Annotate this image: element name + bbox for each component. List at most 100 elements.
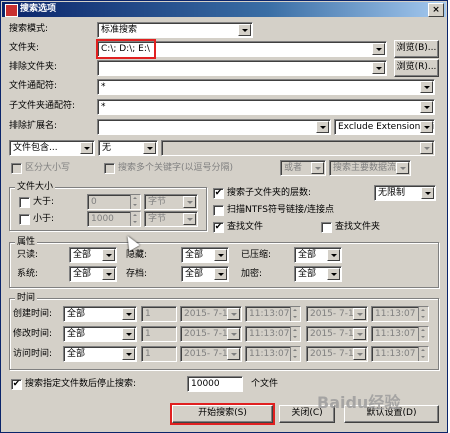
chevron-down-icon[interactable] (102, 268, 115, 280)
archive-label: 存档: (126, 269, 148, 279)
chevron-down-icon[interactable] (316, 121, 329, 133)
content-mode-select[interactable]: 文件包含... (9, 140, 95, 156)
time-n-input[interactable]: 1 (141, 346, 177, 362)
time-date-from[interactable]: 2015- 7-15 (180, 326, 242, 342)
stop-after-checkbox[interactable]: ✔ (11, 379, 22, 390)
time-mode-select[interactable]: 全部 (63, 326, 137, 342)
time-date-to[interactable]: 2015- 7-15 (306, 326, 368, 342)
close-icon[interactable]: × (428, 3, 444, 17)
size-less-unit-select[interactable]: 字节 (144, 211, 198, 227)
exclude-ext-input[interactable] (97, 119, 331, 135)
hidden-select[interactable]: 全部 (181, 247, 229, 263)
system-select[interactable]: 全部 (69, 266, 117, 282)
app-icon (5, 4, 18, 17)
chevron-down-icon[interactable] (227, 328, 240, 340)
chevron-down-icon[interactable] (353, 308, 366, 320)
time-time-to[interactable]: 11:13:07 (371, 306, 429, 322)
readonly-select[interactable]: 全部 (69, 247, 117, 263)
chevron-down-icon[interactable] (143, 142, 156, 154)
chevron-down-icon[interactable] (353, 328, 366, 340)
chevron-down-icon[interactable] (183, 213, 196, 225)
size-greater-input[interactable]: 0 (87, 194, 141, 210)
spinner-icon[interactable] (130, 195, 140, 209)
size-greater-checkbox[interactable] (19, 197, 30, 208)
exclude-folder-input[interactable] (97, 60, 387, 76)
chevron-down-icon[interactable] (420, 121, 433, 133)
chevron-down-icon[interactable] (396, 162, 409, 174)
chevron-down-icon[interactable] (122, 308, 135, 320)
exclude-ext-mode-select[interactable]: Exclude Extensions List (334, 119, 435, 135)
file-wildcard-input[interactable]: * (97, 79, 435, 95)
chevron-down-icon[interactable] (327, 268, 340, 280)
keyword-logic-value: 或者 (284, 163, 303, 173)
spinner-icon[interactable] (290, 347, 300, 361)
browse-exclude-button[interactable]: 浏览(R)... (394, 59, 439, 77)
encrypted-select[interactable]: 全部 (294, 266, 342, 282)
time-time-to[interactable]: 11:13:07 (371, 346, 429, 362)
chevron-down-icon[interactable] (420, 81, 433, 93)
spinner-icon[interactable] (290, 307, 300, 321)
spinner-icon[interactable] (290, 327, 300, 341)
chevron-down-icon[interactable] (80, 142, 93, 154)
time-mode-select[interactable]: 全部 (63, 306, 137, 322)
chevron-down-icon[interactable] (214, 268, 227, 280)
chevron-down-icon[interactable] (122, 328, 135, 340)
search-mode-select[interactable]: 标准搜索 (97, 22, 253, 38)
chevron-down-icon[interactable] (327, 249, 340, 261)
time-date-from[interactable]: 2015- 7-15 (180, 306, 242, 322)
ntfs-checkbox[interactable] (213, 205, 224, 216)
chevron-down-icon[interactable] (122, 348, 135, 360)
time-date-from[interactable]: 2015- 7-15 (180, 346, 242, 362)
chevron-down-icon[interactable] (227, 308, 240, 320)
time-time-from[interactable]: 11:13:07 (245, 326, 301, 342)
time-row-label: 访问时间: (13, 349, 53, 359)
size-less-input[interactable]: 1000 (87, 211, 141, 227)
subfolder-wildcard-input[interactable]: * (97, 99, 435, 115)
chevron-down-icon[interactable] (421, 187, 434, 199)
subfolder-depth-checkbox[interactable]: ✔ (213, 188, 224, 199)
chevron-down-icon[interactable] (183, 196, 196, 208)
compressed-select[interactable]: 全部 (294, 247, 342, 263)
case-sensitive-checkbox[interactable] (11, 163, 22, 174)
subfolder-depth-select[interactable]: 无限制 (374, 185, 436, 201)
find-files-checkbox[interactable]: ✔ (213, 222, 224, 233)
content-encoding-select[interactable]: 无 (98, 140, 158, 156)
spinner-icon[interactable] (130, 212, 140, 226)
archive-select[interactable]: 全部 (181, 266, 229, 282)
exclude-ext-label: 排除扩展名: (9, 121, 58, 131)
chevron-down-icon[interactable] (238, 24, 251, 36)
chevron-down-icon[interactable] (214, 249, 227, 261)
keyword-logic-select[interactable]: 或者 (280, 160, 326, 176)
time-time-to[interactable]: 11:13:07 (371, 326, 429, 342)
start-search-highlight-box (170, 403, 275, 425)
find-folders-checkbox[interactable] (321, 222, 332, 233)
chevron-down-icon[interactable] (372, 43, 385, 55)
spinner-icon[interactable] (418, 307, 428, 321)
chevron-down-icon[interactable] (311, 162, 324, 174)
time-n-value: 1 (145, 329, 151, 339)
time-n-input[interactable]: 1 (141, 326, 177, 342)
time-mode-select[interactable]: 全部 (63, 346, 137, 362)
data-stream-select[interactable]: 搜索主要数据流 (329, 160, 411, 176)
size-greater-unit-select[interactable]: 字节 (144, 194, 198, 210)
chevron-down-icon[interactable] (372, 62, 385, 74)
size-less-checkbox[interactable] (19, 214, 30, 225)
chevron-down-icon[interactable] (227, 348, 240, 360)
chevron-down-icon[interactable] (102, 249, 115, 261)
time-date-to[interactable]: 2015- 7-15 (306, 346, 368, 362)
stop-after-input[interactable]: 10000 (187, 376, 243, 392)
time-time-from[interactable]: 11:13:07 (245, 346, 301, 362)
spinner-icon[interactable] (418, 347, 428, 361)
time-n-input[interactable]: 1 (141, 306, 177, 322)
browse-folder-button[interactable]: 浏览(B)... (394, 40, 439, 58)
time-time-from-value: 11:13:07 (249, 329, 290, 339)
content-text-input[interactable] (161, 140, 435, 156)
chevron-down-icon[interactable] (420, 142, 433, 154)
search-mode-label: 搜索模式: (9, 24, 49, 34)
multi-keyword-checkbox[interactable] (104, 163, 115, 174)
spinner-icon[interactable] (418, 327, 428, 341)
time-time-from[interactable]: 11:13:07 (245, 306, 301, 322)
time-date-to[interactable]: 2015- 7-15 (306, 306, 368, 322)
chevron-down-icon[interactable] (353, 348, 366, 360)
chevron-down-icon[interactable] (420, 101, 433, 113)
